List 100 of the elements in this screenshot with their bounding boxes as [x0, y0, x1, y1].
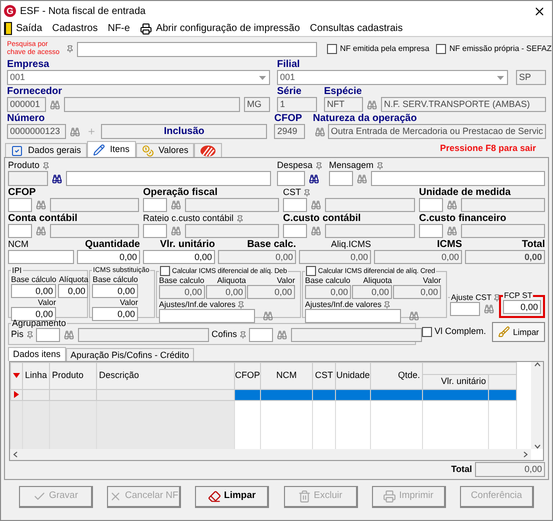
text-field[interactable]: 000001: [7, 97, 46, 112]
text-field[interactable]: [159, 309, 255, 323]
text-field[interactable]: [64, 97, 240, 112]
binoculars-icon: [447, 200, 457, 210]
text-field[interactable]: SP: [516, 70, 546, 85]
text-field[interactable]: Outra Entrada de Mercadoria ou Prestacao de Servic: [328, 124, 546, 139]
text-field[interactable]: [185, 198, 279, 212]
checkbox[interactable]: [306, 266, 316, 276]
table-row[interactable]: [10, 389, 517, 400]
text-field[interactable]: [283, 224, 307, 238]
text-field[interactable]: [291, 328, 422, 342]
column-header[interactable]: Descrição: [96, 362, 234, 389]
text-field[interactable]: [66, 171, 271, 186]
text-field[interactable]: [8, 171, 48, 186]
text-field[interactable]: [325, 198, 415, 212]
checkbox-icon: [11, 144, 23, 156]
text-field[interactable]: [461, 224, 545, 238]
text-field[interactable]: [461, 198, 545, 212]
text-field[interactable]: 0,00: [11, 284, 56, 298]
text-field[interactable]: 0,00: [352, 285, 392, 299]
text-field[interactable]: 0,00: [58, 284, 88, 298]
tab[interactable]: Valores: [136, 143, 194, 157]
text-field[interactable]: NFT: [324, 97, 363, 112]
text-field[interactable]: 0,00: [305, 285, 351, 299]
column-header[interactable]: Produto: [50, 362, 96, 389]
column-header[interactable]: CST: [312, 362, 336, 389]
field-label: Empresa: [7, 59, 50, 70]
tab[interactable]: Itens: [87, 141, 136, 157]
binoculars-icon: [277, 330, 288, 340]
text-field[interactable]: [8, 198, 32, 212]
column-header[interactable]: NCM: [260, 362, 313, 389]
column-header[interactable]: [10, 362, 22, 389]
menu-item[interactable]: Consultas cadastrais: [310, 21, 403, 36]
text-field[interactable]: [143, 224, 167, 238]
column-header[interactable]: Vlr. unitário: [422, 374, 489, 389]
text-field[interactable]: [8, 250, 74, 264]
text-field[interactable]: MG: [244, 97, 270, 112]
vertical-scrollbar[interactable]: [531, 362, 543, 449]
text-field[interactable]: [283, 198, 307, 212]
column-header[interactable]: Unidade: [336, 362, 371, 389]
text-field[interactable]: [185, 224, 279, 238]
text-field[interactable]: 0,00: [393, 285, 441, 299]
text-field[interactable]: [329, 171, 353, 186]
text-field[interactable]: [325, 224, 415, 238]
text-field[interactable]: 2949: [274, 124, 306, 139]
text-field[interactable]: 0,00: [374, 250, 462, 264]
text-field[interactable]: [8, 224, 32, 238]
text-field[interactable]: 0,00: [77, 250, 140, 264]
text-field[interactable]: [249, 328, 274, 342]
menu-item[interactable]: NF-e: [108, 21, 130, 36]
text-field[interactable]: 0,00: [247, 285, 295, 299]
field-label: Valor: [118, 298, 138, 307]
printer-icon: [383, 490, 396, 503]
dropdown[interactable]: 001: [277, 70, 508, 85]
column-header[interactable]: Linha: [22, 362, 50, 389]
text-field[interactable]: [419, 198, 443, 212]
column-header[interactable]: CFOP: [234, 362, 261, 389]
text-field[interactable]: [305, 309, 401, 323]
text-field[interactable]: 0,00: [92, 284, 138, 298]
text-field[interactable]: [419, 224, 443, 238]
tab[interactable]: Dados itens: [8, 347, 66, 361]
text-field[interactable]: [36, 328, 60, 342]
clear-button[interactable]: Limpar: [492, 322, 545, 342]
menu-item[interactable]: Abrir configuração de impressão: [140, 21, 300, 36]
checkbox[interactable]: [436, 44, 446, 54]
text-field[interactable]: [78, 328, 209, 342]
text-field[interactable]: 0,00: [206, 285, 246, 299]
text-field[interactable]: [371, 171, 545, 186]
text-field[interactable]: 1: [277, 97, 317, 112]
action-button[interactable]: Limpar: [195, 486, 270, 508]
menu-item[interactable]: Cadastros: [52, 21, 98, 36]
menu-item[interactable]: Saída: [4, 21, 42, 36]
column-header[interactable]: Qtde.: [370, 362, 423, 389]
text-field[interactable]: [50, 224, 139, 238]
text-field[interactable]: N.F. SERV.TRANSPORTE (AMBAS): [381, 97, 546, 112]
text-field[interactable]: 0,00: [92, 307, 138, 321]
text-field[interactable]: 0,00: [465, 250, 545, 264]
text-field[interactable]: 0,00: [503, 300, 541, 314]
text-field[interactable]: [277, 171, 305, 186]
text-field[interactable]: [143, 198, 167, 212]
dropdown[interactable]: 001: [7, 70, 270, 85]
close-icon[interactable]: [533, 4, 546, 18]
field-label: Valor: [422, 276, 441, 285]
text-field[interactable]: 0,00: [299, 250, 371, 264]
text-field[interactable]: [50, 198, 139, 212]
text-field[interactable]: 0000000123: [7, 124, 66, 139]
checkbox[interactable]: [422, 327, 432, 337]
search-field[interactable]: [77, 42, 317, 56]
tab[interactable]: Dados gerais: [5, 143, 88, 157]
group-title: FCP ST: [504, 291, 532, 300]
checkbox[interactable]: [327, 44, 337, 54]
text-field[interactable]: 0,00: [11, 307, 56, 321]
text-field[interactable]: 0,00: [475, 462, 545, 477]
text-field[interactable]: 0,00: [218, 250, 296, 264]
text-field[interactable]: 0,00: [159, 285, 205, 299]
horizontal-scrollbar[interactable]: [10, 449, 531, 460]
text-field[interactable]: [450, 302, 480, 316]
checkbox[interactable]: [160, 266, 170, 276]
tab[interactable]: [194, 143, 222, 157]
text-field[interactable]: 0,00: [143, 250, 215, 264]
